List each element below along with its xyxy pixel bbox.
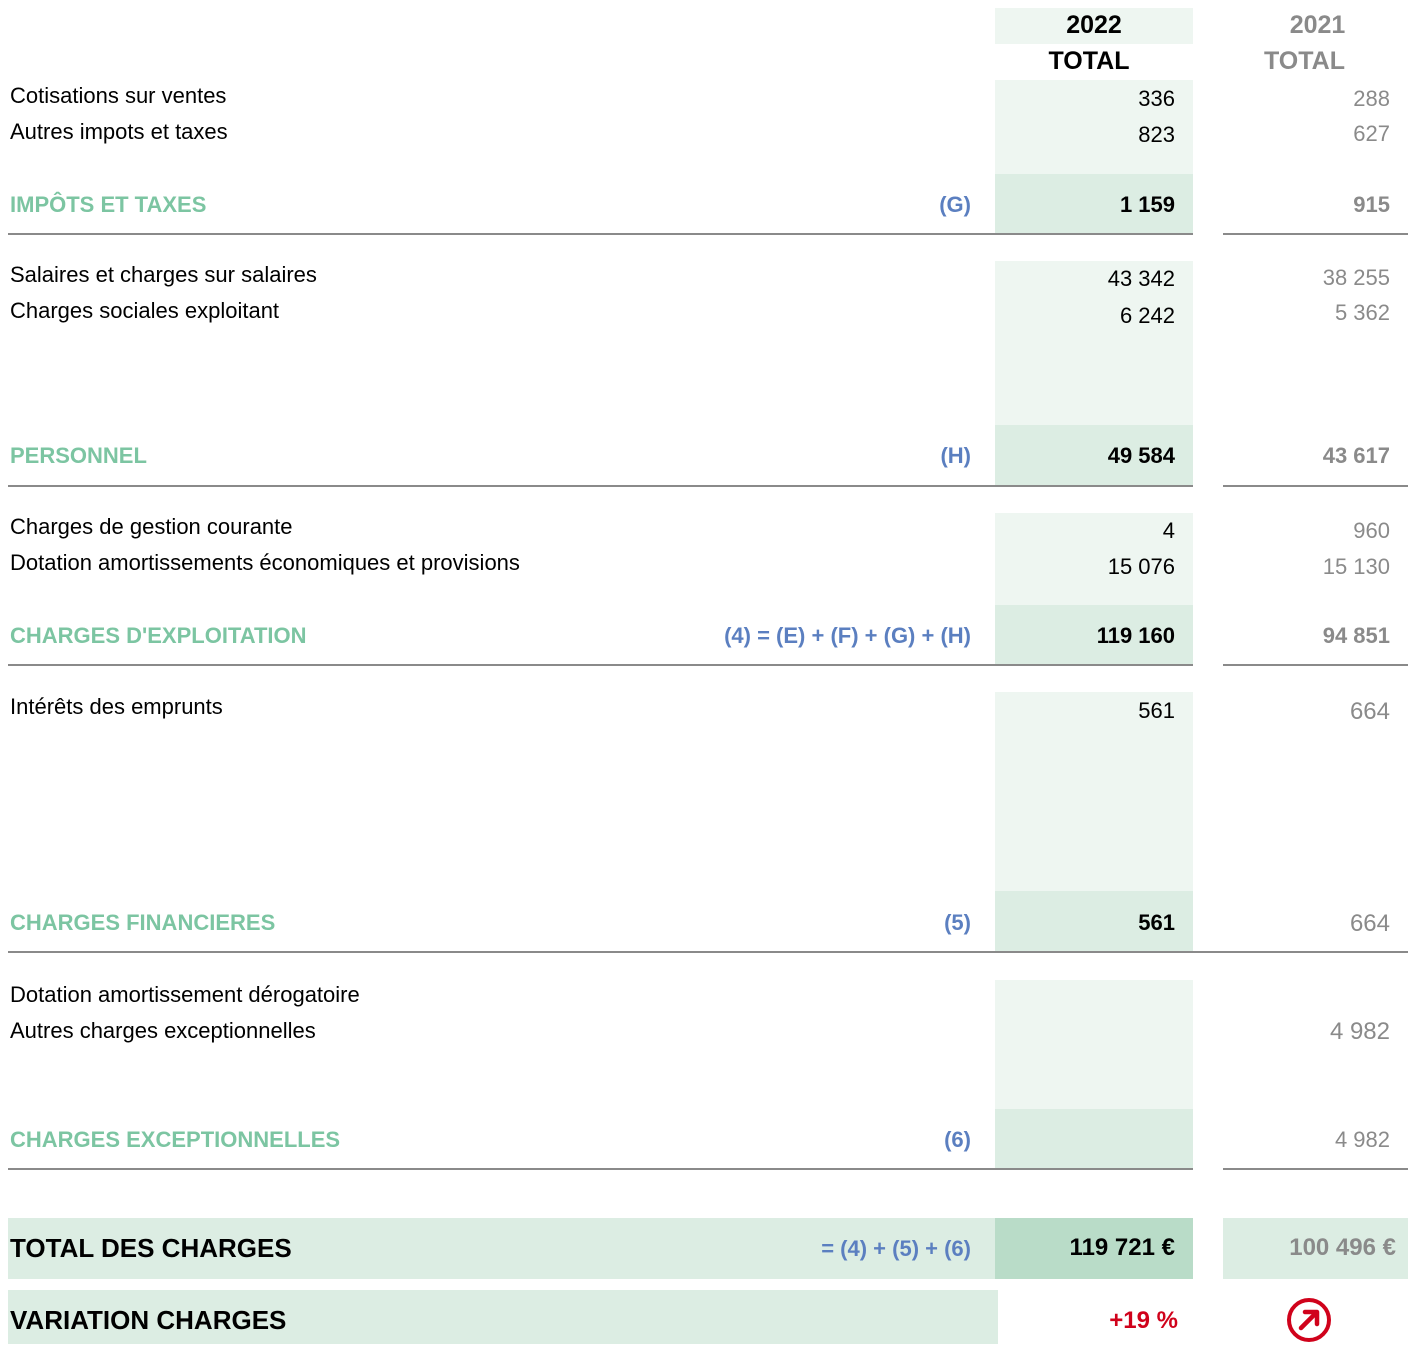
divider (8, 233, 1193, 235)
section-title-exploitation: CHARGES D'EXPLOITATION (10, 623, 307, 648)
row-value-2022: 15 076 (1107, 554, 1175, 579)
band-exceptionnelles-rows (995, 980, 1193, 1109)
section-title-impots: IMPÔTS ET TAXES (10, 192, 207, 217)
row-value-2022: 6 242 (1119, 303, 1175, 328)
section-title-personnel: PERSONNEL (10, 443, 147, 468)
section-title-exceptionnelles: CHARGES EXCEPTIONNELLES (10, 1127, 341, 1152)
header-total-2021: TOTAL (1263, 47, 1345, 75)
row-label: Salaires et charges sur salaires (10, 262, 317, 287)
section-formula-exceptionnelles: (6) (944, 1127, 971, 1152)
total-value-2021: 100 496 € (1289, 1234, 1396, 1261)
arrow-up-right-circle-icon (1286, 1297, 1332, 1343)
variation-label: VARIATION CHARGES (10, 1305, 287, 1335)
row-value-2022: 336 (1138, 86, 1175, 111)
row-value-2021: 960 (1353, 518, 1390, 543)
section-formula-exploitation: (4) = (E) + (F) + (G) + (H) (724, 623, 971, 648)
row-label: Autres charges exceptionnelles (10, 1018, 316, 1043)
section-total-2021-financieres: 664 (1349, 910, 1390, 937)
section-total-2021-personnel: 43 617 (1322, 443, 1390, 468)
row-value-2021: 38 255 (1322, 265, 1390, 290)
section-total-2021-exploitation: 94 851 (1322, 623, 1390, 648)
variation-value: +19 % (1109, 1307, 1178, 1334)
total-value-2022: 119 721 € (1069, 1234, 1175, 1261)
header-year-2022: 2022 (1066, 11, 1122, 39)
row-label: Charges de gestion courante (10, 514, 293, 539)
row-value-2022: 561 (1138, 698, 1175, 723)
section-formula-impots: (G) (939, 192, 971, 217)
row-value-2021: 627 (1353, 121, 1390, 146)
section-formula-financieres: (5) (944, 910, 971, 935)
section-total-2022-impots: 1 159 (1119, 192, 1175, 217)
row-label: Charges sociales exploitant (10, 298, 280, 323)
row-label: Cotisations sur ventes (10, 83, 227, 108)
row-value-2021: 4 982 (1329, 1018, 1390, 1045)
band-exceptionnelles-total (995, 1109, 1193, 1169)
divider (8, 664, 1193, 666)
divider (1223, 233, 1408, 235)
row-value-2022: 823 (1138, 122, 1175, 147)
row-value-2021: 664 (1349, 698, 1390, 725)
section-total-2022-financieres: 561 (1138, 910, 1175, 935)
total-label: TOTAL DES CHARGES (10, 1233, 292, 1263)
row-label: Autres impots et taxes (10, 119, 228, 144)
row-value-2021: 288 (1353, 86, 1390, 111)
section-total-2022-personnel: 49 584 (1107, 443, 1175, 468)
row-value-2022: 4 (1162, 518, 1175, 543)
row-value-2021: 5 362 (1334, 300, 1390, 325)
row-label: Dotation amortissement dérogatoire (10, 982, 360, 1007)
row-value-2022: 43 342 (1107, 266, 1175, 291)
divider (1223, 485, 1408, 487)
divider (8, 1168, 1193, 1170)
divider (1223, 1168, 1408, 1170)
header-year-2021: 2021 (1289, 11, 1346, 39)
divider (1223, 664, 1408, 666)
divider (8, 485, 1193, 487)
section-formula-personnel: (H) (940, 443, 971, 468)
divider (8, 951, 1408, 953)
total-formula: = (4) + (5) + (6) (821, 1236, 971, 1261)
section-title-financieres: CHARGES FINANCIERES (10, 910, 276, 935)
section-total-2021-impots: 915 (1353, 192, 1390, 217)
row-label: Dotation amortissements économiques et p… (10, 550, 520, 575)
section-total-2021-exceptionnelles: 4 982 (1334, 1127, 1390, 1152)
section-total-2022-exploitation: 119 160 (1096, 623, 1175, 648)
row-label: Intérêts des emprunts (10, 694, 223, 719)
header-total-2022: TOTAL (1048, 47, 1130, 75)
row-value-2021: 15 130 (1322, 554, 1390, 579)
